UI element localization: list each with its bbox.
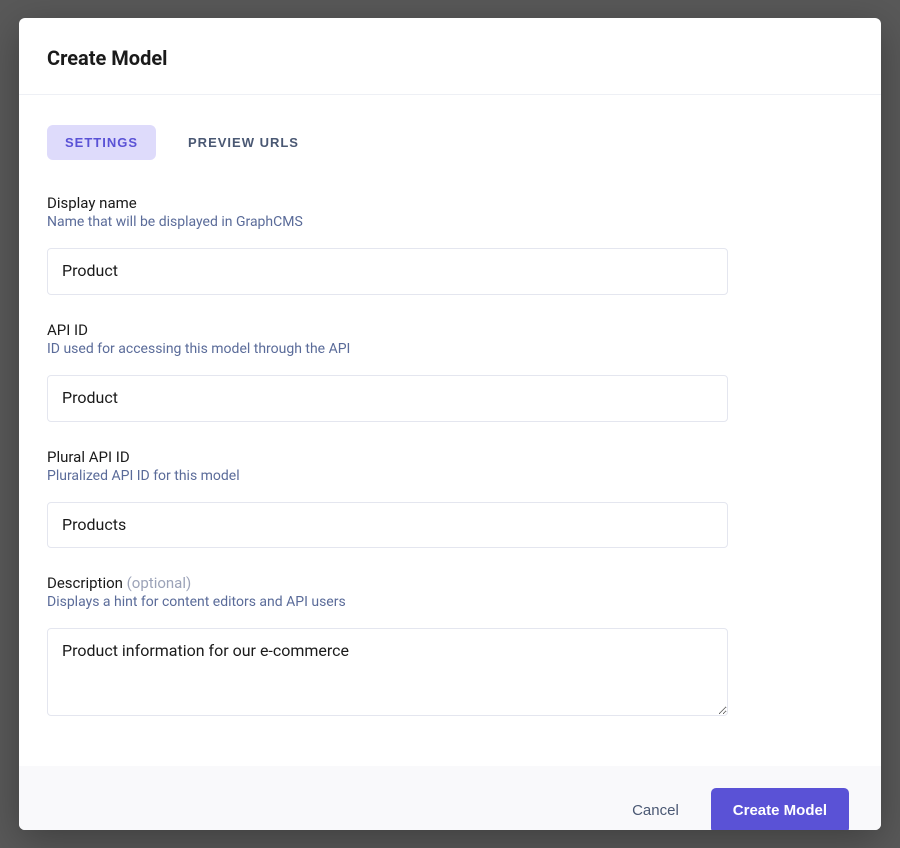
display-name-hint: Name that will be displayed in GraphCMS [47, 214, 853, 230]
create-model-modal: Create Model SETTINGS PREVIEW URLS Displ… [19, 18, 881, 830]
plural-api-id-input[interactable] [47, 502, 728, 549]
description-input[interactable] [47, 628, 728, 716]
modal-header: Create Model [19, 18, 881, 95]
cancel-button[interactable]: Cancel [628, 794, 683, 827]
modal-body: SETTINGS PREVIEW URLS Display name Name … [19, 95, 881, 766]
description-label: Description (optional) [47, 574, 853, 592]
display-name-input[interactable] [47, 248, 728, 295]
plural-api-id-hint: Pluralized API ID for this model [47, 468, 853, 484]
field-api-id: API ID ID used for accessing this model … [47, 321, 853, 422]
field-display-name: Display name Name that will be displayed… [47, 194, 853, 295]
modal-footer: Cancel Create Model [19, 766, 881, 830]
tab-settings[interactable]: SETTINGS [47, 125, 156, 160]
create-model-button[interactable]: Create Model [711, 788, 849, 830]
field-plural-api-id: Plural API ID Pluralized API ID for this… [47, 448, 853, 549]
api-id-label: API ID [47, 321, 853, 339]
api-id-input[interactable] [47, 375, 728, 422]
display-name-label: Display name [47, 194, 853, 212]
plural-api-id-label: Plural API ID [47, 448, 853, 466]
field-description: Description (optional) Displays a hint f… [47, 574, 853, 720]
description-optional: (optional) [127, 574, 192, 592]
description-hint: Displays a hint for content editors and … [47, 594, 853, 610]
tab-preview-urls[interactable]: PREVIEW URLS [170, 125, 317, 160]
tabs: SETTINGS PREVIEW URLS [47, 125, 853, 160]
api-id-hint: ID used for accessing this model through… [47, 341, 853, 357]
modal-title: Create Model [47, 46, 853, 70]
